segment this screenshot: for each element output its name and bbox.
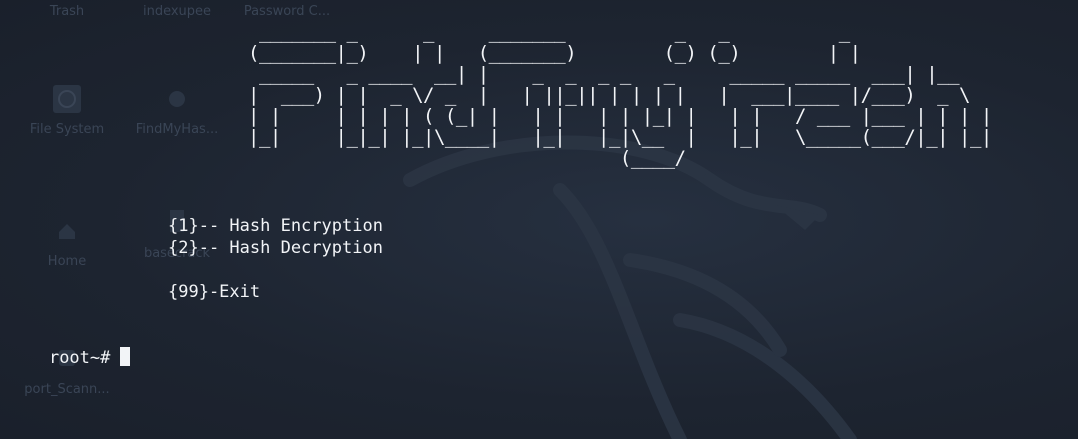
terminal-cursor[interactable] bbox=[120, 347, 131, 366]
desktop-icon-trash[interactable]: Trash bbox=[12, 0, 122, 19]
folder-icon bbox=[169, 91, 185, 107]
drive-icon bbox=[53, 85, 81, 113]
desktop-icon-password[interactable]: Password C... bbox=[232, 0, 342, 19]
desktop-icon-indexupee[interactable]: indexupee bbox=[122, 0, 232, 19]
terminal-prompt-line[interactable]: root~# bbox=[8, 325, 131, 391]
desktop-icon-label: FindMyHas... bbox=[135, 122, 219, 137]
menu-option-exit: {99}-Exit bbox=[168, 282, 261, 302]
desktop-screen: Trash indexupee Password C... File Syste… bbox=[0, 0, 1078, 439]
desktop-icon-label: Trash bbox=[49, 4, 85, 19]
desktop-icon-findmyhash[interactable]: FindMyHas... bbox=[122, 82, 232, 137]
desktop-icon-label: Password C... bbox=[243, 4, 331, 19]
desktop-icon-home[interactable]: Home bbox=[12, 214, 122, 269]
findmyhash-ascii-banner: _______ _ _ _______ _ _ _ (_______|_) | … bbox=[248, 21, 992, 169]
desktop-icon-label: indexupee bbox=[142, 4, 212, 19]
menu-option-hash-encryption: {1}-- Hash Encryption bbox=[168, 216, 383, 236]
desktop-icon-file-system[interactable]: File System bbox=[12, 82, 122, 137]
terminal-prompt: root~# bbox=[48, 348, 111, 368]
menu-option-hash-decryption: {2}-- Hash Decryption bbox=[168, 238, 383, 258]
desktop-icon-label: Home bbox=[47, 254, 87, 269]
desktop-icon-label: File System bbox=[29, 122, 105, 137]
home-icon bbox=[59, 224, 75, 239]
